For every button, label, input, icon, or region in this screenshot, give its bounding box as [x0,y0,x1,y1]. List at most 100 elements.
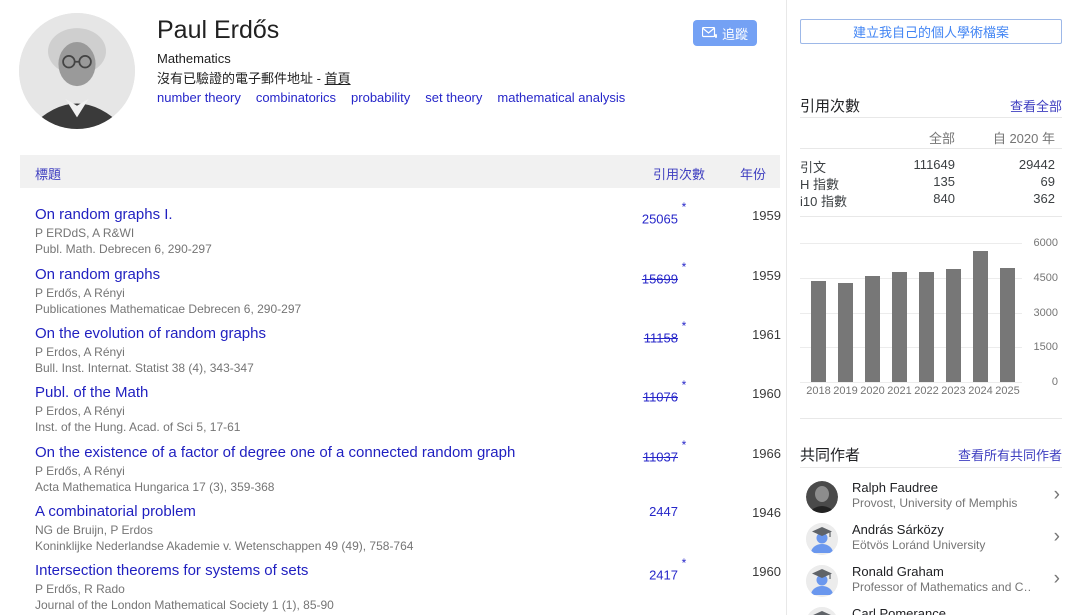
publication-year: 1960 [700,386,781,401]
graduate-avatar-icon [806,523,838,555]
chart-bar [811,281,826,382]
asterisk: * [678,378,690,392]
y-axis-tick: 4500 [1022,272,1058,284]
publication-authors: P ERDdS, A R&WI [35,225,595,241]
sort-by-title-link[interactable]: 標題 [35,164,61,183]
x-axis-tick: 2023 [940,385,967,397]
content-sidebar-divider [786,0,787,615]
stats-col-since: 自 2020 年 [965,128,1055,147]
follow-button[interactable]: 追蹤 [693,20,757,46]
chevron-right-icon[interactable]: › [1054,568,1060,590]
stat-i10-since: 362 [965,191,1055,206]
chart-bar [1000,268,1015,382]
publication-title-link[interactable]: A combinatorial problem [35,502,595,522]
cited-by-link[interactable]: 2447 [649,504,678,519]
stats-col-all: 全部 [875,128,955,147]
publication-row: On random graphs P Erdős, A Rényi Public… [35,265,746,317]
publication-venue: Bull. Inst. Internat. Statist 38 (4), 34… [35,360,595,376]
portrait-image [19,13,135,129]
create-profile-button[interactable]: 建立我自己的個人學術檔案 [800,19,1062,44]
chart-bar [892,272,907,382]
chevron-right-icon[interactable]: › [1054,610,1060,615]
coauthor-name: András Sárközy [852,522,944,537]
chevron-right-icon[interactable]: › [1054,526,1060,548]
coauthor-row[interactable]: Carl Pomerance › [800,605,1062,615]
divider [800,117,1062,118]
publication-venue: Koninklijke Nederlandse Akademie v. Wete… [35,538,595,554]
homepage-link[interactable]: 首頁 [325,71,351,86]
coauthor-row[interactable]: András Sárközy Eötvös Loránd University … [800,521,1062,561]
cited-by-link[interactable]: 2417 [649,567,678,582]
cited-by-section-title: 引用次數 [800,95,860,116]
publication-row: Publ. of the Math P Erdos, A Rényi Inst.… [35,383,746,435]
email-status: 沒有已驗證的電子郵件地址 - 首頁 [157,68,351,87]
publication-venue: Inst. of the Hung. Acad. of Sci 5, 17-61 [35,419,595,435]
publication-authors: P Erdős, A Rényi [35,463,595,479]
publication-venue: Publ. Math. Debrecen 6, 290-297 [35,241,595,257]
divider [800,418,1062,419]
coauthor-photo [806,481,838,513]
asterisk: * [678,556,690,570]
cited-by-link[interactable]: 15699 [642,271,678,286]
publication-title-link[interactable]: Intersection theorems for systems of set… [35,561,595,581]
cited-by-link[interactable]: 11158 [644,330,678,345]
mail-add-icon [702,27,717,39]
y-axis-tick: 1500 [1022,341,1058,353]
publications-header-row: 標題 引用次數 年份 [20,155,780,188]
chevron-right-icon[interactable]: › [1054,484,1060,506]
chart-bar [919,272,934,382]
publication-title-link[interactable]: On random graphs [35,265,595,285]
x-axis-tick: 2021 [886,385,913,397]
divider [800,467,1062,468]
coauthors-section-title: 共同作者 [800,444,860,465]
cited-by-link[interactable]: 11037 [643,449,678,464]
profile-photo [19,13,135,129]
view-all-coauthors-link[interactable]: 查看所有共同作者 [912,445,1062,464]
coauthor-row[interactable]: Ronald Graham Professor of Mathematics a… [800,563,1062,603]
interest-link[interactable]: probability [351,90,410,105]
coauthor-avatar [806,565,838,597]
graduate-avatar-icon [806,607,838,615]
interest-link[interactable]: combinatorics [256,90,336,105]
graduate-avatar-icon [806,565,838,597]
publication-row: Intersection theorems for systems of set… [35,561,746,613]
publication-title-link[interactable]: On the evolution of random graphs [35,324,595,344]
coauthor-row[interactable]: Ralph Faudree Provost, University of Mem… [800,479,1062,519]
interest-link[interactable]: number theory [157,90,241,105]
stat-i10-all: 840 [875,191,955,206]
coauthor-name: Ralph Faudree [852,480,938,495]
x-axis-tick: 2024 [967,385,994,397]
gridline [800,347,1022,348]
publication-authors: P Erdos, A Rényi [35,403,595,419]
chart-bar [865,276,880,382]
affiliation-text: Mathematics [157,51,231,66]
publication-title-link[interactable]: On random graphs I. [35,205,595,225]
view-all-citations-link[interactable]: 查看全部 [962,96,1062,115]
follow-button-label: 追蹤 [722,24,748,43]
publication-authors: NG de Bruijn, P Erdos [35,522,595,538]
publication-title-link[interactable]: On the existence of a factor of degree o… [35,443,595,463]
stat-label-i10: i10 指數 [800,191,847,210]
publication-authors: P Erdős, A Rényi [35,285,595,301]
coauthor-affiliation: Eötvös Loránd University [852,538,1032,552]
asterisk: * [678,319,690,333]
sort-by-citations-link[interactable]: 引用次數 [555,164,705,183]
scholar-profile-page: Paul Erdős Mathematics 沒有已驗證的電子郵件地址 - 首頁… [0,0,1080,615]
page-title: Paul Erdős [157,16,279,45]
publication-authors: P Erdős, R Rado [35,581,595,597]
coauthor-affiliation: Provost, University of Memphis [852,496,1032,510]
email-status-text: 沒有已驗證的電子郵件地址 - [157,71,325,86]
cited-by-link[interactable]: 25065 [642,211,678,226]
publication-venue: Acta Mathematica Hungarica 17 (3), 359-3… [35,479,595,495]
asterisk: * [678,260,690,274]
cited-by-link[interactable]: 11076 [643,389,678,404]
gridline [800,313,1022,314]
sort-by-year-link[interactable]: 年份 [720,164,766,183]
publication-row: On random graphs I. P ERDdS, A R&WI Publ… [35,205,746,257]
publication-title-link[interactable]: Publ. of the Math [35,383,595,403]
interest-link[interactable]: set theory [425,90,482,105]
y-axis-tick: 0 [1022,376,1058,388]
x-axis-tick: 2018 [805,385,832,397]
stat-hindex-all: 135 [875,174,955,189]
interest-link[interactable]: mathematical analysis [497,90,625,105]
